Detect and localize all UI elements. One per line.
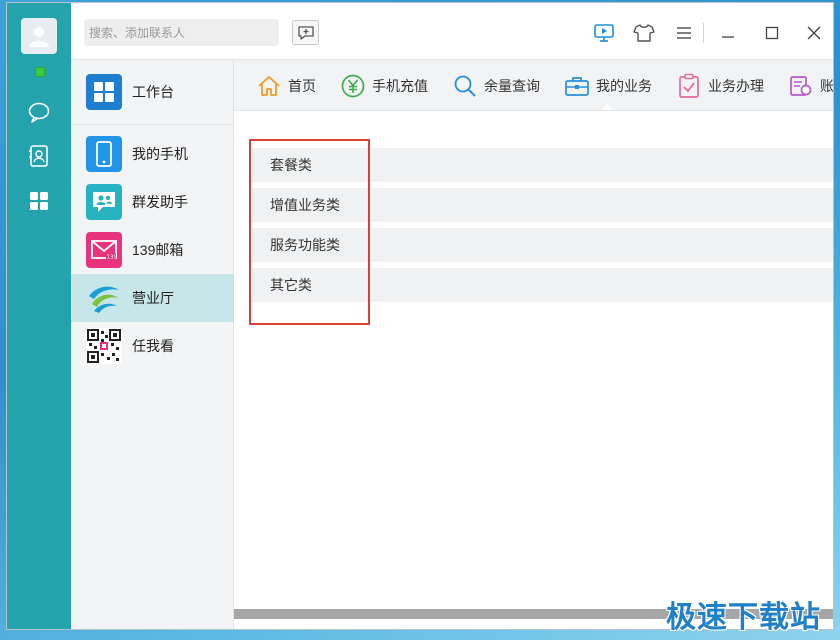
sidebar-item-label: 工作台 xyxy=(132,84,174,100)
apps-button[interactable] xyxy=(25,187,53,215)
tab-home[interactable]: 首页 xyxy=(256,60,316,110)
category-other[interactable]: 其它类 xyxy=(252,268,833,302)
home-icon xyxy=(256,73,282,99)
tab-bill[interactable]: 账 xyxy=(788,60,833,110)
video-button[interactable] xyxy=(591,20,617,46)
workbench-icon xyxy=(86,74,122,110)
sidebar-item-139-mail[interactable]: 139 139邮箱 xyxy=(71,226,234,274)
maximize-button[interactable] xyxy=(759,20,785,46)
search-icon xyxy=(452,73,478,99)
minimize-icon xyxy=(722,36,734,38)
main-panel: 首页 手机充值 余量查询 我的业务 业务办理 账 套餐类 增值业务类 服务功能类… xyxy=(234,60,833,629)
tab-label: 账 xyxy=(820,77,833,94)
skin-icon xyxy=(633,24,655,42)
active-tab-indicator xyxy=(600,104,614,110)
contacts-icon xyxy=(29,145,48,167)
tab-label: 首页 xyxy=(288,77,316,94)
category-service-functions[interactable]: 服务功能类 xyxy=(252,228,833,262)
sidebar-item-my-phone[interactable]: 我的手机 xyxy=(71,130,234,178)
tab-label: 手机充值 xyxy=(372,77,428,94)
group-send-icon xyxy=(86,184,122,220)
sidebar-item-label: 我的手机 xyxy=(132,146,188,162)
watermark: 极速下载站 xyxy=(666,600,821,635)
bill-icon xyxy=(788,73,814,99)
category-package[interactable]: 套餐类 xyxy=(252,148,833,182)
svg-text:139: 139 xyxy=(107,255,118,261)
tab-business-handling[interactable]: 业务办理 xyxy=(676,60,764,110)
sidebar-divider xyxy=(71,124,234,125)
qr-code-icon xyxy=(86,328,122,364)
tab-recharge[interactable]: 手机充值 xyxy=(340,60,428,110)
app-window: 工作台 我的手机 群发助手 xyxy=(6,2,834,630)
apps-grid-icon xyxy=(30,192,48,210)
sidebar-item-label: 营业厅 xyxy=(132,290,174,306)
chat-icon xyxy=(28,102,50,123)
phone-icon xyxy=(86,136,122,172)
app-sidebar: 工作台 我的手机 群发助手 139 139邮箱 营业厅 任我看 xyxy=(71,60,234,629)
video-icon xyxy=(594,24,614,42)
search-input[interactable] xyxy=(84,19,279,46)
sidebar-item-ren-wo-kan[interactable]: 任我看 xyxy=(71,322,234,370)
presence-indicator xyxy=(35,67,45,77)
sidebar-item-workbench[interactable]: 工作台 xyxy=(71,68,234,116)
close-button[interactable] xyxy=(801,20,827,46)
clipboard-check-icon xyxy=(676,73,702,99)
maximize-icon xyxy=(765,26,779,40)
skin-button[interactable] xyxy=(631,20,657,46)
contacts-button[interactable] xyxy=(25,142,53,170)
user-avatar-icon xyxy=(29,27,49,47)
sidebar-item-business-hall[interactable]: 营业厅 xyxy=(71,274,234,322)
tab-label: 业务办理 xyxy=(708,77,764,94)
category-value-added[interactable]: 增值业务类 xyxy=(252,188,833,222)
menu-button[interactable] xyxy=(671,20,697,46)
tab-bar: 首页 手机充值 余量查询 我的业务 业务办理 账 xyxy=(234,60,833,111)
add-chat-icon xyxy=(297,25,314,40)
sidebar-item-label: 任我看 xyxy=(132,338,174,354)
china-mobile-logo-icon xyxy=(86,280,122,316)
yuan-icon xyxy=(340,73,366,99)
tab-label: 余量查询 xyxy=(484,77,540,94)
close-icon xyxy=(807,26,821,40)
left-rail xyxy=(7,3,71,629)
add-chat-button[interactable] xyxy=(292,20,319,45)
sidebar-item-group-send[interactable]: 群发助手 xyxy=(71,178,234,226)
briefcase-icon xyxy=(564,73,590,99)
sidebar-item-label: 群发助手 xyxy=(132,194,188,210)
mail-icon: 139 xyxy=(86,232,122,268)
menu-icon xyxy=(677,27,691,39)
chat-button[interactable] xyxy=(25,98,53,126)
sidebar-item-label: 139邮箱 xyxy=(132,242,184,258)
tab-balance-query[interactable]: 余量查询 xyxy=(452,60,540,110)
avatar[interactable] xyxy=(21,18,57,54)
tab-label: 我的业务 xyxy=(596,77,652,94)
toolbar-separator xyxy=(703,23,704,43)
top-bar xyxy=(71,3,833,60)
minimize-button[interactable] xyxy=(715,20,741,46)
